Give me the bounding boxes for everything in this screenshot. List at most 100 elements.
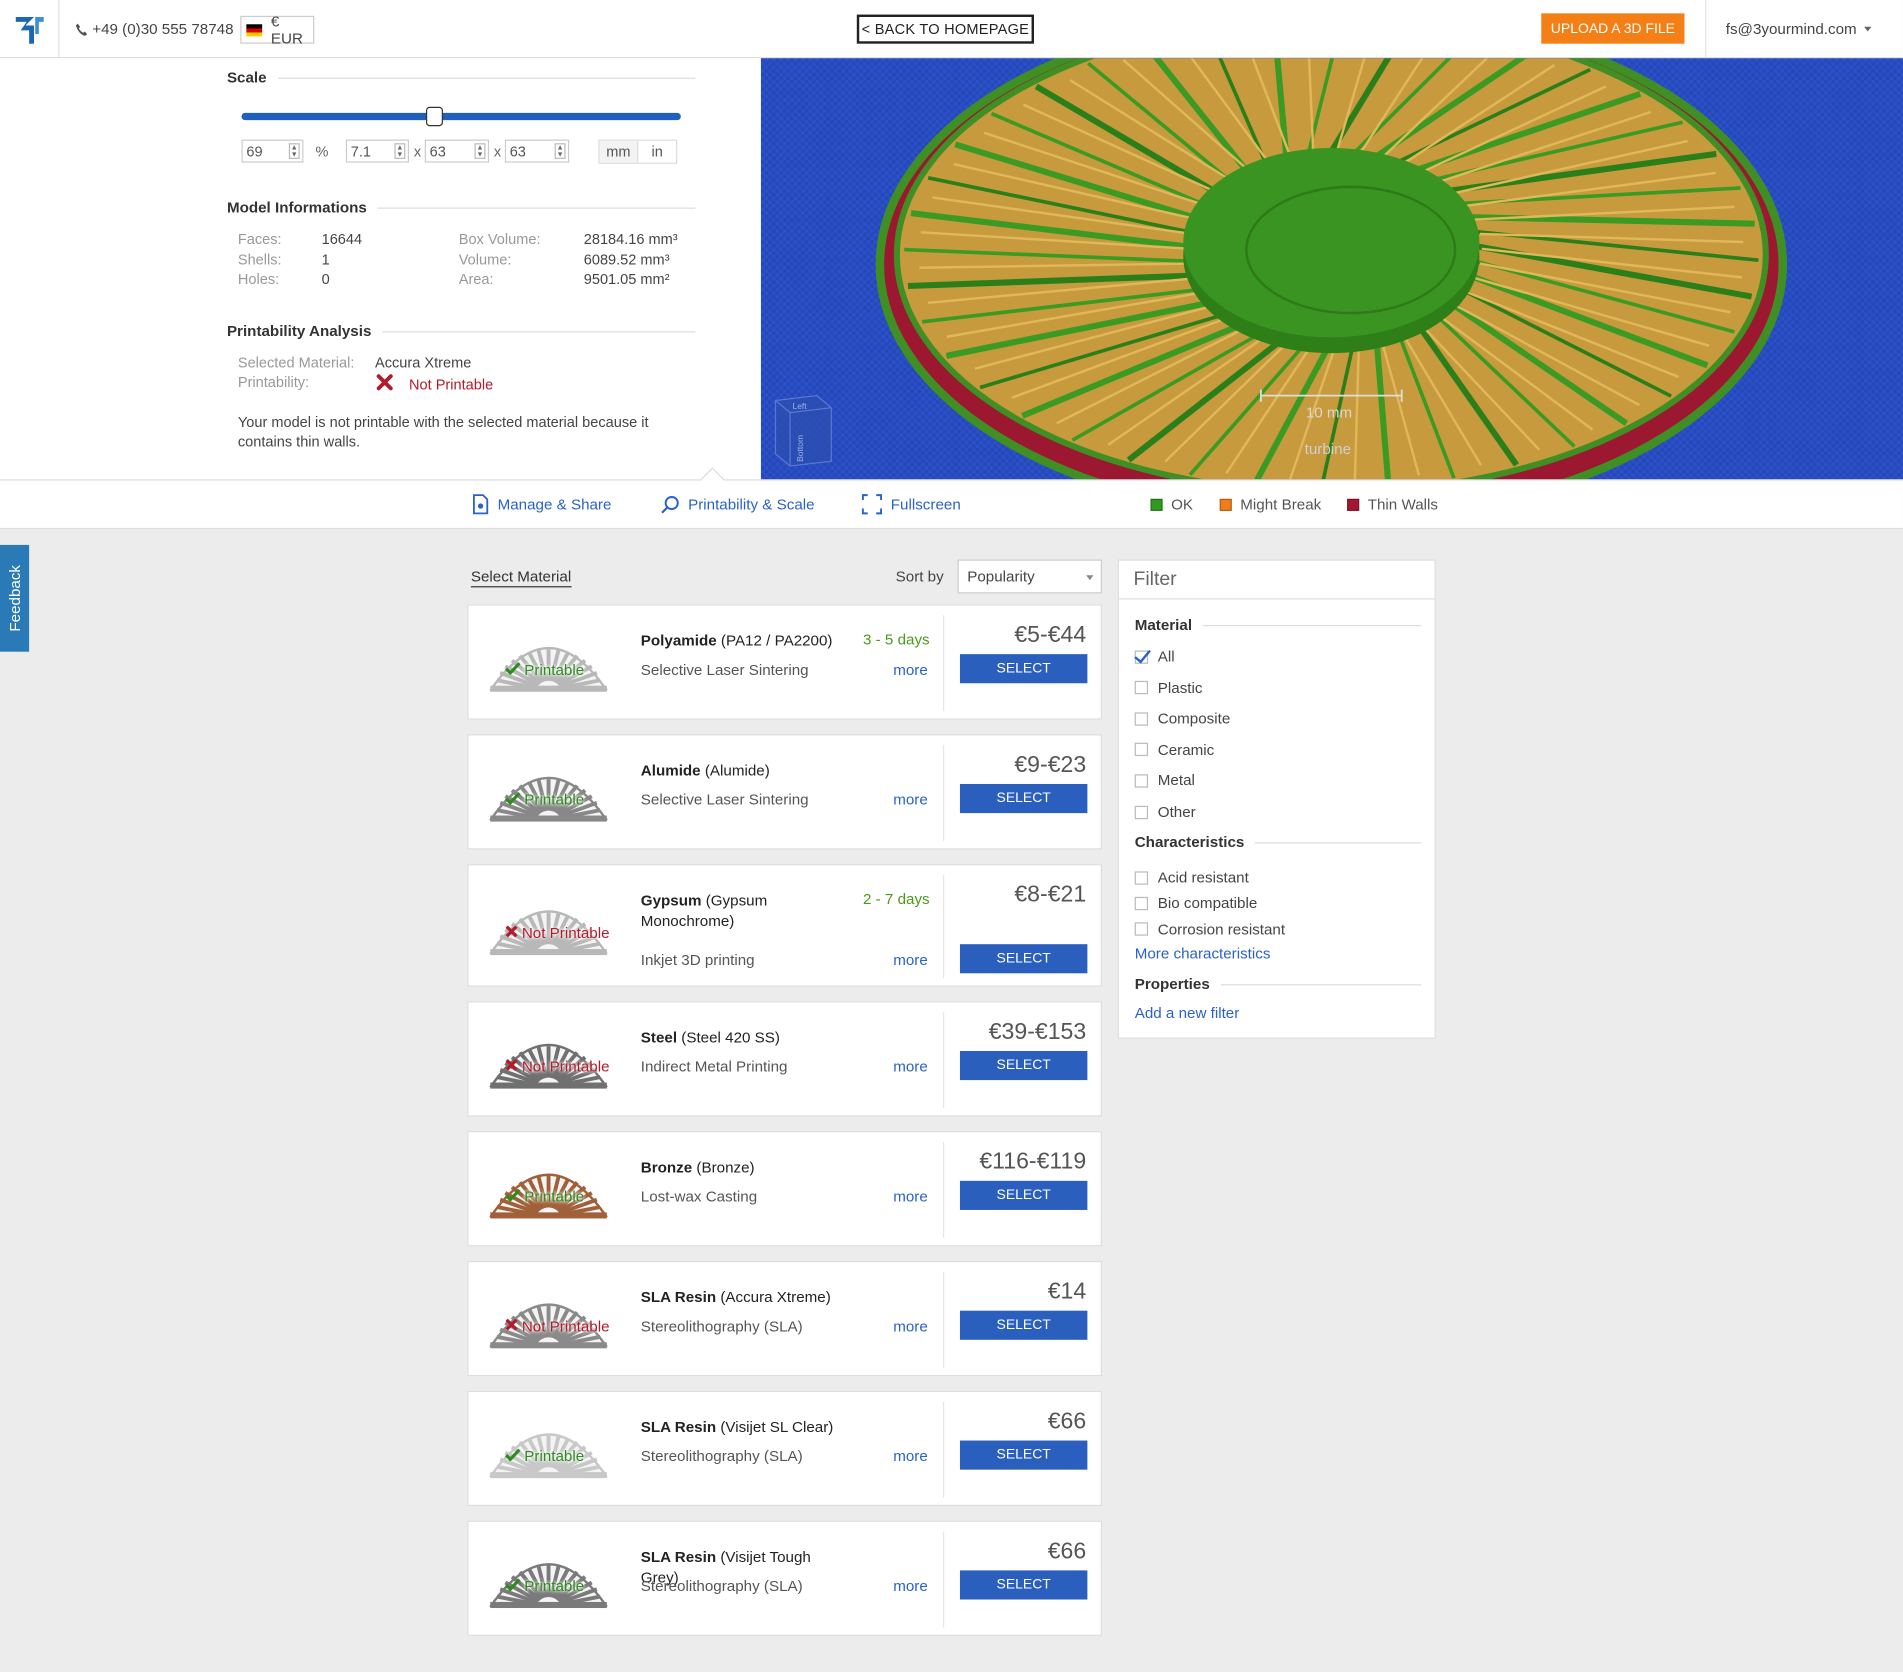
- price-range: €8-€21: [1014, 882, 1087, 908]
- divider: [1255, 841, 1422, 843]
- material-card: Printable Bronze (Bronze) Lost-wax Casting…: [467, 1131, 1102, 1247]
- material-process: Selective Laser Sintering: [640, 661, 809, 679]
- spinner-arrows-icon[interactable]: ▲ ▼: [474, 143, 486, 159]
- more-link[interactable]: more: [893, 1188, 928, 1205]
- scale-percent-input[interactable]: 69 ▲ ▼: [241, 139, 304, 163]
- printability-scale-button[interactable]: Printability & Scale: [660, 481, 815, 528]
- scale-slider-track[interactable]: [241, 112, 681, 121]
- material-filter-metal[interactable]: Metal: [1134, 772, 1195, 789]
- logo[interactable]: [0, 0, 60, 58]
- checkbox[interactable]: [1134, 649, 1149, 664]
- more-link[interactable]: more: [893, 951, 928, 968]
- divider: [942, 1401, 945, 1498]
- select-material-button[interactable]: SELECT: [959, 783, 1088, 814]
- volume-value: 6089.52 mm³: [583, 251, 670, 269]
- material-filter-composite[interactable]: Composite: [1134, 710, 1230, 727]
- material-filter-other[interactable]: Other: [1134, 803, 1196, 820]
- select-material-button[interactable]: SELECT: [959, 1570, 1088, 1600]
- checkbox[interactable]: [1134, 805, 1149, 819]
- printability-status-label: Printable: [524, 791, 585, 809]
- dimension-y-input[interactable]: 63 ▲ ▼: [424, 139, 490, 163]
- spinner-arrows-icon[interactable]: ▲ ▼: [394, 143, 406, 159]
- add-filter-link[interactable]: Add a new filter: [1135, 1005, 1240, 1022]
- manage-share-button[interactable]: Manage & Share: [472, 481, 611, 528]
- material-filter-plastic[interactable]: Plastic: [1134, 679, 1202, 696]
- material-title: Polyamide: [640, 632, 717, 650]
- upload-3d-file-button[interactable]: UPLOAD A 3D FILE: [1541, 13, 1685, 44]
- area-label: Area:: [458, 270, 494, 288]
- check-icon: [504, 791, 521, 808]
- printability-status: Not Printable: [505, 1318, 610, 1335]
- phone-number: +49 (0)30 555 78748: [75, 21, 234, 38]
- checkbox[interactable]: [1134, 922, 1149, 936]
- feedback-tab[interactable]: Feedback: [0, 544, 30, 652]
- unit-in-button[interactable]: in: [638, 141, 676, 163]
- view-cube-left-label[interactable]: Left: [792, 403, 806, 411]
- filter-option-label: Corrosion resistant: [1157, 920, 1286, 938]
- characteristic-filter[interactable]: Bio compatible: [1134, 895, 1257, 912]
- box-volume-value: 28184.16 mm³: [583, 230, 678, 248]
- document-share-icon: [473, 494, 489, 515]
- select-material-button[interactable]: SELECT: [959, 944, 1088, 974]
- select-material-tab[interactable]: Select Material: [470, 568, 572, 588]
- printability-status-label: Printable: [524, 1577, 585, 1595]
- checkbox[interactable]: [1134, 896, 1149, 910]
- checkbox[interactable]: [1134, 712, 1149, 726]
- logo-icon: [15, 16, 44, 44]
- back-to-homepage-button[interactable]: < BACK TO HOMEPAGE: [856, 14, 1034, 44]
- printability-status: Printable: [504, 661, 584, 678]
- printability-label: Printability:: [237, 373, 310, 391]
- more-link[interactable]: more: [893, 1058, 928, 1075]
- currency-select[interactable]: € EUR: [240, 12, 315, 47]
- select-material-button[interactable]: SELECT: [959, 1310, 1088, 1340]
- characteristic-filter[interactable]: Acid resistant: [1134, 869, 1249, 886]
- checkbox[interactable]: [1134, 870, 1149, 885]
- times-label: x: [493, 143, 502, 161]
- more-link[interactable]: more: [893, 1578, 928, 1595]
- material-process: Inkjet 3D printing: [640, 951, 755, 969]
- select-material-button[interactable]: SELECT: [959, 1050, 1088, 1081]
- more-link[interactable]: more: [893, 1318, 928, 1335]
- dimension-x-input[interactable]: 7.1 ▲ ▼: [345, 139, 409, 163]
- material-card: Printable SLA Resin (Visijet Tough Grey) S…: [467, 1520, 1102, 1636]
- select-material-button[interactable]: SELECT: [959, 1440, 1088, 1470]
- material-card: Not Printable Gypsum (Gypsum Monochrome) 2…: [467, 864, 1102, 987]
- legend-thin-walls-label: Thin Walls: [1367, 495, 1438, 513]
- checkbox[interactable]: [1134, 743, 1149, 757]
- more-link[interactable]: more: [893, 1448, 928, 1465]
- unit-mm-button[interactable]: mm: [599, 140, 639, 163]
- times-label: x: [413, 143, 422, 161]
- material-title: SLA Resin: [640, 1418, 717, 1436]
- fullscreen-icon: [861, 494, 883, 515]
- more-characteristics-link[interactable]: More characteristics: [1135, 945, 1271, 962]
- divider: [942, 745, 945, 842]
- check-icon: [504, 1578, 521, 1595]
- material-title: SLA Resin: [640, 1548, 717, 1566]
- more-link[interactable]: more: [893, 661, 928, 678]
- checkbox[interactable]: [1134, 774, 1149, 788]
- divider: [942, 1531, 945, 1628]
- spinner-arrows-icon[interactable]: ▲ ▼: [554, 143, 566, 159]
- spinner-arrows-icon[interactable]: ▲ ▼: [288, 143, 300, 159]
- printability-status-label: Not Printable: [521, 924, 610, 942]
- sort-select[interactable]: Popularity: [957, 559, 1102, 594]
- printability-status: Not Printable: [505, 1058, 610, 1075]
- view-cube-bottom-label[interactable]: Bottom: [797, 435, 805, 462]
- search-icon: [661, 495, 679, 513]
- material-filter-all[interactable]: All: [1134, 648, 1175, 665]
- selected-material-label: Selected Material:: [237, 354, 355, 372]
- more-link[interactable]: more: [893, 791, 928, 808]
- scale-slider-handle[interactable]: [426, 106, 444, 127]
- 3d-model-viewer[interactable]: 10 mm turbine Left Bottom: [760, 58, 1903, 480]
- material-filter-ceramic[interactable]: Ceramic: [1134, 741, 1214, 758]
- user-menu[interactable]: fs@3yourmind.com: [1705, 0, 1903, 58]
- fullscreen-button[interactable]: Fullscreen: [861, 481, 961, 528]
- currency-label: € EUR: [270, 12, 303, 47]
- fullscreen-label: Fullscreen: [890, 495, 961, 513]
- characteristic-filter[interactable]: Corrosion resistant: [1134, 920, 1286, 938]
- german-flag-icon: [246, 23, 263, 36]
- dimension-z-input[interactable]: 63 ▲ ▼: [504, 139, 570, 163]
- select-material-button[interactable]: SELECT: [959, 654, 1088, 684]
- checkbox[interactable]: [1134, 680, 1149, 695]
- select-material-button[interactable]: SELECT: [959, 1180, 1088, 1210]
